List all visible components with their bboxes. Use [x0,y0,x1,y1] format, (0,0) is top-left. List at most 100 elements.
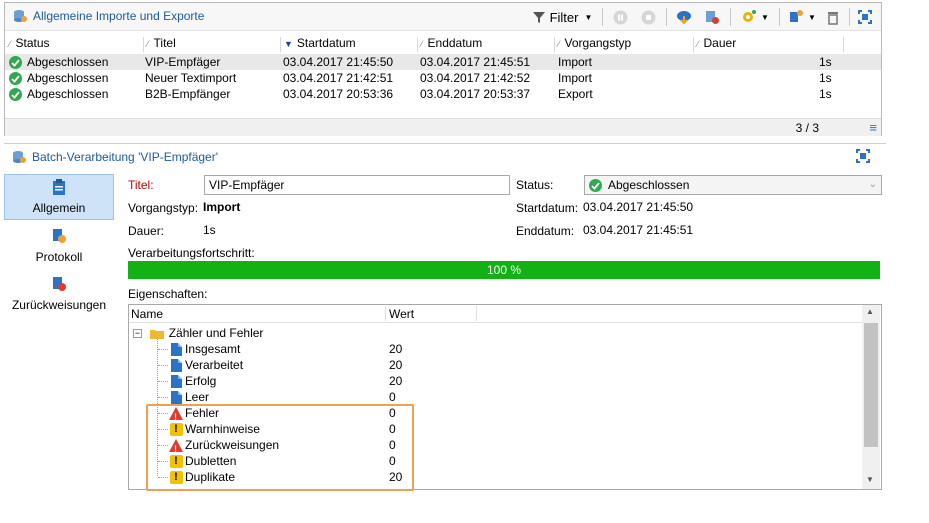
column-divider[interactable] [554,37,555,52]
table-row[interactable]: Abgeschlossen VIP-Empfäger 03.04.2017 21… [5,54,881,70]
column-divider[interactable] [417,37,418,52]
column-header-status[interactable]: ⁄ Status [9,36,50,53]
status-cell: Abgeschlossen [27,87,109,101]
column-header-value[interactable]: Wert [389,307,414,321]
check-icon [9,72,22,85]
end-date-label: Enddatum: [516,224,575,238]
property-name: Fehler [185,406,220,420]
column-divider[interactable] [843,37,844,52]
detail-title: Batch-Verarbeitung 'VIP-Empfäger' [32,150,219,164]
start-date-cell: 03.04.2017 21:45:50 [283,55,394,69]
toolbar-divider [730,8,731,26]
new-menu-button[interactable]: ▼ [785,6,819,28]
warning-icon: ! [169,470,183,484]
status-value: Abgeschlossen [608,178,690,192]
error-icon: ! [169,406,183,422]
property-name: Insgesamt [185,342,241,356]
property-name: Zurückweisungen [185,438,280,452]
property-row[interactable]: Insgesamt 20 [129,341,859,357]
toolbar-divider [666,8,667,26]
properties-tree: Name Wert − Zähler und Fehler Insgesamt 2… [128,304,882,490]
end-date-cell: 03.04.2017 20:53:37 [420,87,531,101]
column-divider[interactable] [476,306,477,321]
duration-cell: 1s [819,71,832,85]
filter-label: Filter [549,9,579,25]
pause-button[interactable] [610,6,630,28]
title-field[interactable]: VIP-Empfäger [204,175,510,195]
document-icon [169,358,183,372]
collapse-icon[interactable]: − [133,329,142,339]
trash-button[interactable] [823,6,843,28]
maximize-icon[interactable] [856,149,870,166]
start-date-cell: 03.04.2017 20:53:36 [283,87,394,101]
panel-title: Allgemeine Importe und Exporte [33,9,205,23]
document-icon [169,374,183,388]
new-workflow-icon [790,10,804,22]
table-row[interactable]: Abgeschlossen B2B-Empfänger 03.04.2017 2… [5,86,881,102]
delete-db-button[interactable] [701,6,723,28]
column-header-operation-type[interactable]: ⁄ Vorgangstyp [558,36,631,53]
tree-group[interactable]: − Zähler und Fehler [133,325,263,341]
duration-label: Dauer: [128,224,165,238]
database-remove-icon [706,11,719,24]
column-header-start-date[interactable]: ▼ Startdatum [284,36,356,53]
error-icon: ! [169,438,183,454]
stop-button[interactable] [638,6,658,28]
settings-menu-button[interactable]: ▼ [737,6,773,28]
property-row[interactable]: Verarbeitet 20 [129,357,859,373]
nav-rejections[interactable]: Zurückweisungen [4,270,114,316]
property-value: 0 [389,438,396,452]
property-row[interactable]: ! Duplikate 20 [129,469,859,485]
document-icon [169,390,183,404]
property-row[interactable]: ! Warnhinweise 0 [129,421,859,437]
property-row[interactable]: ! Zurückweisungen 0 [129,437,859,454]
side-navigation: Allgemein Protokoll Zurückweisungen [4,174,114,494]
filter-button[interactable]: Filter ▼ [529,6,595,28]
scrollbar[interactable]: ▲ ▼ [862,305,880,489]
column-divider[interactable] [280,37,281,52]
folder-icon [150,329,165,339]
record-counter: 3 / 3 [795,121,819,135]
end-date-value: 03.04.2017 21:45:51 [583,223,694,237]
property-row[interactable]: ! Dubletten 0 [129,453,859,469]
property-name: Leer [185,390,210,404]
sort-desc-icon: ▼ [284,39,293,49]
tree-guide [158,397,168,398]
maximize-button[interactable] [855,6,875,28]
scroll-thumb[interactable] [864,323,878,447]
table-row[interactable]: Abgeschlossen Neuer Textimport 03.04.201… [5,70,881,86]
status-select[interactable]: Abgeschlossen ⌄ [584,175,882,195]
scroll-up-icon[interactable]: ▲ [866,307,874,316]
column-divider[interactable] [693,37,694,52]
column-divider[interactable] [385,306,386,321]
document-icon [169,342,183,356]
property-row[interactable]: ! Fehler 0 [129,405,859,422]
menu-icon[interactable]: ≡ [869,121,877,134]
property-name: Duplikate [185,470,236,484]
download-button[interactable] [673,6,695,28]
title-cell: Neuer Textimport [145,71,237,85]
chevron-down-icon: ▼ [808,12,816,22]
nav-log[interactable]: Protokoll [4,222,114,268]
column-header-name[interactable]: Name [131,307,163,321]
tree-guide [158,461,168,462]
check-icon [9,56,22,69]
tree-guide [158,365,168,366]
title-cell: B2B-Empfänger [145,87,231,101]
column-header-end-date[interactable]: ⁄ Enddatum [421,36,482,53]
end-date-cell: 03.04.2017 21:45:51 [420,55,531,69]
nav-general[interactable]: Allgemein [4,174,114,220]
property-row[interactable]: Leer 0 [129,389,859,405]
tree-guide [158,429,168,430]
column-divider[interactable] [143,37,144,52]
title-cell: VIP-Empfäger [145,55,221,69]
nav-general-label: Allgemein [32,201,86,215]
column-header-duration[interactable]: ⁄ Dauer [697,36,736,53]
check-icon [9,88,22,101]
column-header-title[interactable]: ⁄ Titel [147,36,176,53]
property-row[interactable]: Erfolg 20 [129,373,859,389]
scroll-down-icon[interactable]: ▼ [866,475,874,484]
property-value: 20 [389,374,403,388]
toolbar-divider [849,8,850,26]
start-date-cell: 03.04.2017 21:42:51 [283,71,394,85]
